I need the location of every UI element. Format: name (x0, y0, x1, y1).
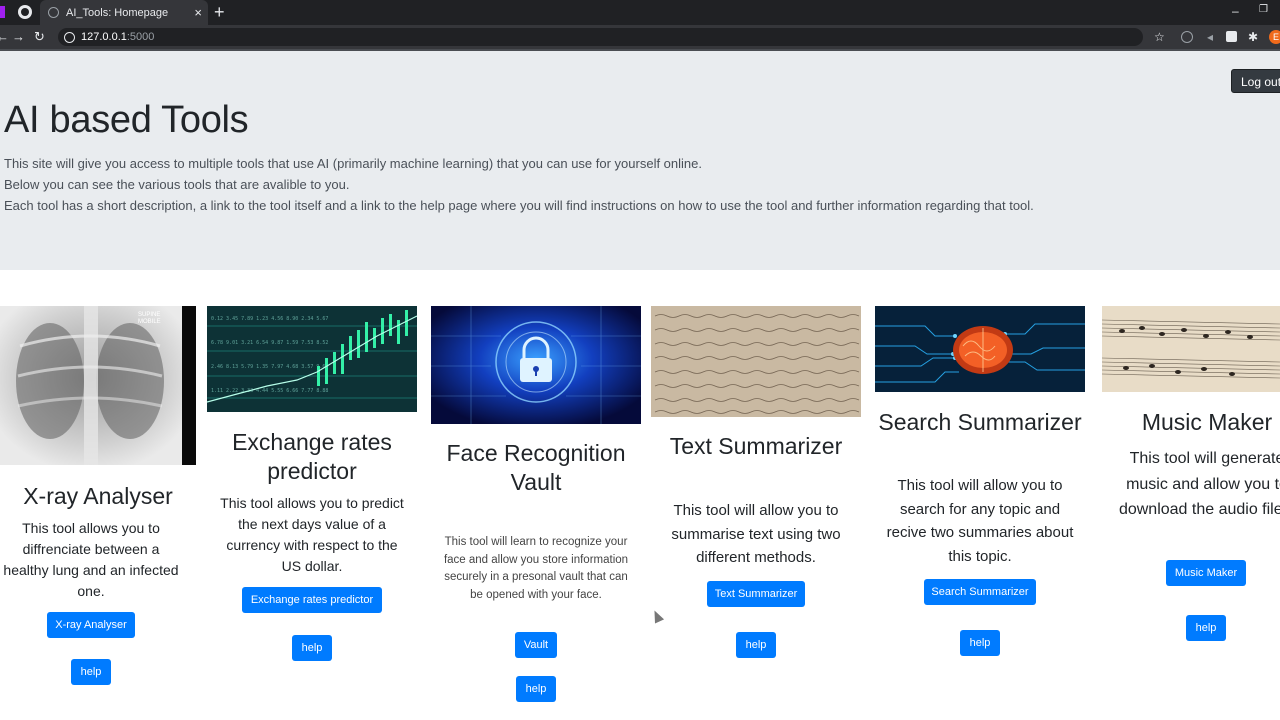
tool-title: Text Summarizer (669, 433, 843, 459)
reload-icon[interactable]: ↻ (34, 29, 45, 45)
tool-card-music-maker: Music Maker This tool will generate musi… (1102, 306, 1280, 706)
tool-description: This tool will learn to recognize your f… (443, 536, 629, 601)
page-title: AI based Tools (4, 99, 249, 141)
xray-help-button[interactable]: help (71, 659, 111, 685)
tool-title: Search Summarizer (878, 409, 1082, 435)
restore-icon[interactable]: ❐ (1259, 4, 1268, 15)
tool-description: This tool allows you to diffrenciate bet… (3, 520, 179, 599)
intro-line-3: Each tool has a short description, a lin… (4, 198, 1034, 213)
pocket-icon[interactable] (1226, 31, 1237, 42)
exchange-help-button[interactable]: help (292, 635, 332, 661)
extension-icon[interactable]: ◂ (1207, 31, 1213, 43)
url-port: :5000 (126, 31, 155, 43)
minimize-icon[interactable]: – (1232, 4, 1239, 18)
search-summarizer-button[interactable]: Search Summarizer (924, 579, 1036, 605)
tool-description: This tool will allow you to summarise te… (671, 502, 841, 566)
jumbotron: Log out AI based Tools This site will gi… (0, 49, 1280, 270)
browser-tab-bar: AI_Tools: Homepage × + – ❐ (0, 0, 1280, 25)
tool-description: This tool will allow you to search for a… (886, 477, 1074, 565)
svg-text:1.11 2.22 3.33 4.44 5.55 6.66: 1.11 2.22 3.33 4.44 5.55 6.66 7.77 8.88 (211, 388, 328, 394)
bookmark-star-icon[interactable]: ☆ (1154, 31, 1165, 43)
close-tab-icon[interactable]: × (194, 5, 202, 20)
music-maker-button[interactable]: Music Maker (1166, 560, 1246, 586)
puzzle-extensions-icon[interactable]: ✱ (1248, 31, 1258, 43)
music-maker-help-button[interactable]: help (1186, 615, 1226, 641)
profile-avatar[interactable]: E (1269, 30, 1280, 44)
globe-icon (48, 7, 59, 18)
text-summarizer-help-button[interactable]: help (736, 632, 776, 658)
search-summarizer-help-button[interactable]: help (960, 630, 1000, 656)
tool-title: Music Maker (1141, 409, 1273, 435)
browser-tab[interactable]: AI_Tools: Homepage × (40, 0, 208, 25)
new-tab-button[interactable]: + (214, 2, 225, 22)
address-bar-row: ← → ↻ 127.0.0.1 :5000 ☆ ◂ ✱ (0, 25, 1280, 49)
logout-button[interactable]: Log out (1231, 69, 1280, 93)
svg-text:0.12 3.45 7.89 1.23 4.56 8.90: 0.12 3.45 7.89 1.23 4.56 8.90 2.34 5.67 (211, 316, 328, 322)
tool-description: This tool allows you to predict the next… (220, 495, 404, 574)
tool-description: This tool will generate music and allow … (1118, 450, 1280, 518)
tab-title: AI_Tools: Homepage (66, 6, 169, 19)
github-icon[interactable] (18, 5, 32, 19)
tool-title: Face Recognition Vault (446, 440, 626, 495)
svg-text:2.46 8.13 5.79 1.35 7.97 4.68: 2.46 8.13 5.79 1.35 7.97 4.68 3.57 9.64 (211, 364, 328, 370)
svg-text:6.78 9.01 3.21 6.54 9.87 1.59: 6.78 9.01 3.21 6.54 9.87 1.59 7.53 8.52 (211, 340, 328, 346)
back-icon[interactable]: ← (0, 29, 9, 45)
brain-circuit-image (875, 306, 1085, 392)
github-extension-icon[interactable] (1181, 31, 1193, 43)
intro-line-1: This site will give you access to multip… (4, 156, 702, 171)
sheet-music-image (1102, 306, 1280, 392)
xray-image-label: SUPINE MOBILE (138, 312, 161, 325)
mouse-cursor (649, 608, 665, 624)
tool-title: X-ray Analyser (23, 483, 173, 509)
intro-line-2: Below you can see the various tools that… (4, 177, 350, 192)
xray-image (0, 306, 196, 465)
forward-icon[interactable]: → (12, 29, 25, 45)
url-host: 127.0.0.1 (81, 31, 127, 43)
exchange-rates-button[interactable]: Exchange rates predictor (242, 587, 382, 613)
vault-help-button[interactable]: help (516, 676, 556, 702)
text-summarizer-button[interactable]: Text Summarizer (707, 581, 805, 607)
vault-button[interactable]: Vault (515, 632, 557, 658)
xray-analyser-button[interactable]: X-ray Analyser (47, 612, 135, 638)
tool-title: Exchange rates predictor (232, 429, 392, 484)
url-field[interactable]: 127.0.0.1 :5000 (58, 28, 1143, 46)
stock-chart-image: 0.12 3.45 7.89 1.23 4.56 8.90 2.34 5.67 … (207, 306, 417, 412)
manuscript-image (651, 306, 861, 417)
lock-image (431, 306, 641, 424)
extension-icon[interactable] (0, 6, 5, 18)
site-info-icon[interactable] (64, 31, 75, 43)
